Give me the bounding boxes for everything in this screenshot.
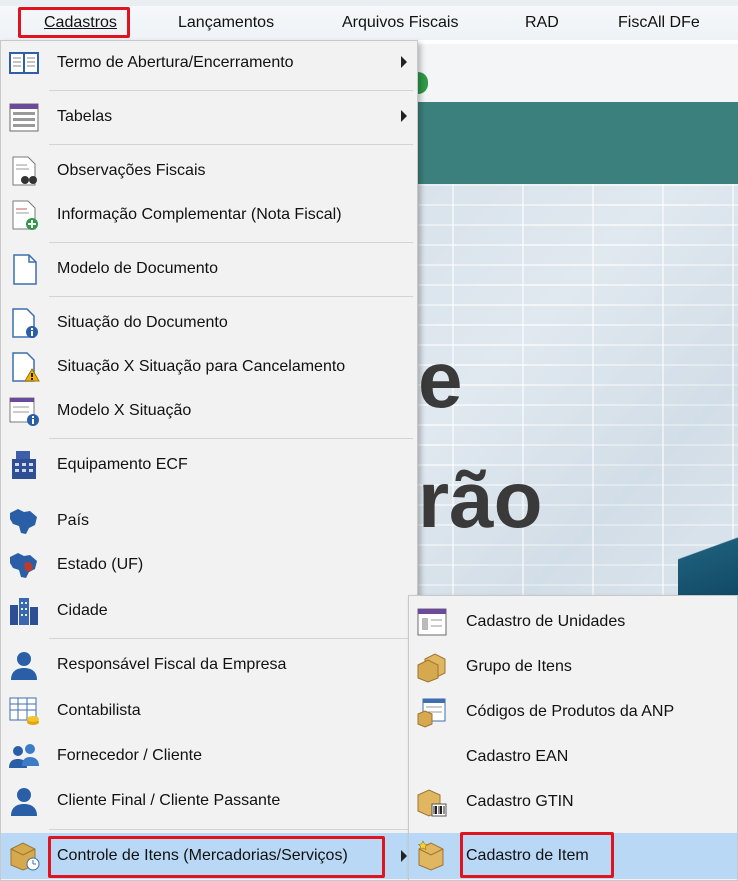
menu-item-pais[interactable]: País xyxy=(1,499,417,543)
menu-item-label: Informação Complementar (Nota Fiscal) xyxy=(57,206,342,223)
submenu-item-cadastro-gtin[interactable]: Cadastro GTIN xyxy=(409,780,737,824)
document-warning-icon xyxy=(12,352,40,382)
brazil-state-map-icon xyxy=(10,553,37,578)
menu-item-label: Fornecedor / Cliente xyxy=(57,747,202,764)
menu-item-label: Modelo X Situação xyxy=(57,402,192,419)
submenu-arrow-icon xyxy=(401,110,407,122)
menu-item-label: Situação do Documento xyxy=(57,314,228,331)
menu-item-label: Modelo de Documento xyxy=(57,260,218,277)
city-buildings-icon xyxy=(10,598,38,625)
menu-item-label: Tabelas xyxy=(57,108,113,125)
menu-item-contabilista[interactable]: Contabilista xyxy=(1,689,417,733)
menu-item-cidade[interactable]: Cidade xyxy=(1,589,417,633)
menu-item-label: Cidade xyxy=(57,602,108,619)
menu-separator xyxy=(49,242,413,243)
menu-item-label: Cadastro EAN xyxy=(466,748,569,765)
menu-item-label: Cadastro GTIN xyxy=(466,793,574,810)
menu-item-label: Termo de Abertura/Encerramento xyxy=(57,54,294,71)
document-info-icon xyxy=(12,308,38,338)
table-list-icon xyxy=(9,103,39,132)
box-barcode-icon xyxy=(417,789,447,817)
menu-item-situacao-cancelamento[interactable]: Situação X Situação para Cancelamento xyxy=(1,345,417,389)
units-window-icon xyxy=(417,608,447,636)
menu-separator xyxy=(49,438,413,439)
menu-item-fornecedor-cliente[interactable]: Fornecedor / Cliente xyxy=(1,734,417,778)
submenu-item-codigos-anp[interactable]: Códigos de Produtos da ANP xyxy=(409,690,737,734)
callout-cadastro-item xyxy=(460,832,614,878)
document-add-icon xyxy=(12,200,38,230)
list-box-icon xyxy=(417,698,446,728)
menu-item-label: Grupo de Itens xyxy=(466,658,572,675)
menu-item-label: Contabilista xyxy=(57,702,141,719)
menu-item-situacao-documento[interactable]: Situação do Documento xyxy=(1,301,417,345)
menu-item-responsavel-fiscal[interactable]: Responsável Fiscal da Empresa xyxy=(1,643,417,687)
app-toolbar xyxy=(418,44,738,103)
hero-text-2: rão xyxy=(418,455,543,544)
hero-accent xyxy=(678,514,738,604)
app-banner xyxy=(418,102,738,184)
callout-cadastros xyxy=(18,7,130,38)
menu-item-modelo-documento[interactable]: Modelo de Documento xyxy=(1,247,417,291)
document-binoculars-icon xyxy=(12,156,37,186)
menu-item-estado[interactable]: Estado (UF) xyxy=(1,543,417,587)
menu-item-label: Observações Fiscais xyxy=(57,162,206,179)
book-icon xyxy=(9,52,39,74)
menu-separator xyxy=(49,144,413,145)
users-group-icon xyxy=(9,744,39,768)
hero-text-1: e xyxy=(418,335,463,424)
menu-item-label: Situação X Situação para Cancelamento xyxy=(57,358,346,375)
menu-item-informacao-complementar[interactable]: Informação Complementar (Nota Fiscal) xyxy=(1,193,417,237)
menu-fiscall-dfe[interactable]: FiscAll DFe xyxy=(618,12,700,34)
menu-item-equipamento-ecf[interactable]: Equipamento ECF xyxy=(1,443,417,487)
menu-item-label: Cliente Final / Cliente Passante xyxy=(57,792,281,809)
menu-item-tabelas[interactable]: Tabelas xyxy=(1,95,417,139)
menu-item-label: País xyxy=(57,512,90,529)
menu-item-label: Estado (UF) xyxy=(57,556,144,573)
submenu-item-grupo-itens[interactable]: Grupo de Itens xyxy=(409,645,737,689)
spreadsheet-coins-icon xyxy=(9,697,39,725)
menu-lancamentos[interactable]: Lançamentos xyxy=(178,12,274,34)
menu-item-label: Códigos de Produtos da ANP xyxy=(466,703,675,720)
menu-item-label: Responsável Fiscal da Empresa xyxy=(57,656,287,673)
submenu-arrow-icon xyxy=(401,850,407,862)
submenu-item-cadastro-ean[interactable]: Cadastro EAN xyxy=(409,735,737,779)
box-star-icon xyxy=(417,840,444,871)
menu-item-label: Cadastro de Unidades xyxy=(466,613,626,630)
box-clock-icon xyxy=(10,842,40,871)
form-info-icon xyxy=(9,397,39,426)
menu-item-modelo-situacao[interactable]: Modelo X Situação xyxy=(1,389,417,433)
user-icon xyxy=(11,652,37,680)
submenu-arrow-icon xyxy=(401,56,407,68)
user-icon xyxy=(11,788,37,816)
menu-arquivos-fiscais[interactable]: Arquivos Fiscais xyxy=(342,12,458,34)
menu-separator xyxy=(49,829,413,830)
cadastros-dropdown: Termo de Abertura/Encerramento Tabelas O… xyxy=(0,40,418,881)
blank-document-icon xyxy=(13,254,37,285)
menu-item-observacoes-fiscais[interactable]: Observações Fiscais xyxy=(1,149,417,193)
menu-bar-top-strip xyxy=(0,0,738,6)
menu-item-label: Equipamento ECF xyxy=(57,456,188,473)
menu-separator xyxy=(49,638,413,639)
boxes-icon xyxy=(417,653,446,683)
menu-item-cliente-final[interactable]: Cliente Final / Cliente Passante xyxy=(1,779,417,823)
menu-separator xyxy=(49,296,413,297)
brazil-map-icon xyxy=(10,509,37,534)
menu-rad[interactable]: RAD xyxy=(525,12,559,34)
menu-item-termo-abertura[interactable]: Termo de Abertura/Encerramento xyxy=(1,41,417,85)
menu-separator xyxy=(49,90,413,91)
submenu-item-cadastro-unidades[interactable]: Cadastro de Unidades xyxy=(409,600,737,644)
callout-controle-itens xyxy=(48,836,385,878)
cash-register-icon xyxy=(12,451,36,479)
